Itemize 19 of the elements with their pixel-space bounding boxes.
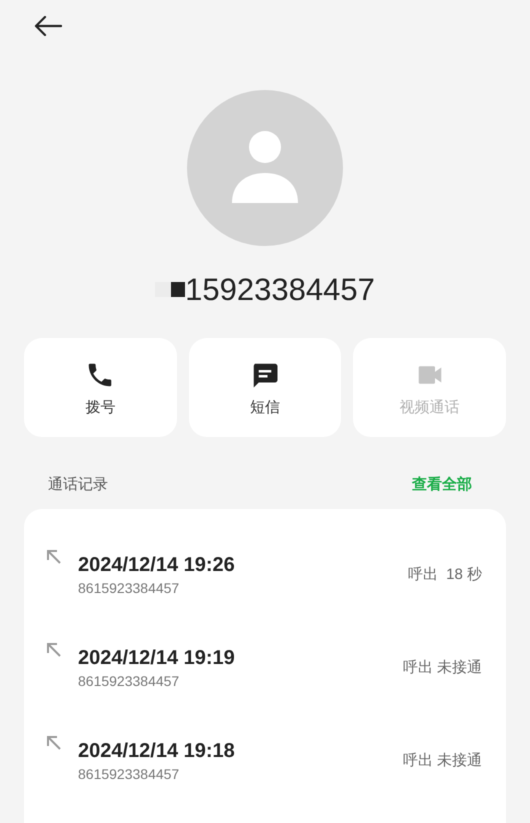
call-number: 8615923384457 <box>78 673 180 691</box>
call-status: 呼出 未接通 <box>402 751 482 772</box>
outgoing-call-icon <box>46 735 62 751</box>
call-status: 呼出 未接通 <box>402 658 482 678</box>
call-number: 8615923384457 <box>78 766 180 784</box>
call-time: 2024/12/14 19:26 <box>78 553 236 578</box>
section-title: 通话记录 <box>48 474 108 495</box>
avatar-icon <box>187 90 343 246</box>
action-button[interactable]: 短信 <box>188 338 342 437</box>
call-time: 2024/12/14 19:19 <box>78 646 236 672</box>
outgoing-call-icon <box>46 549 62 565</box>
redaction-mark <box>155 280 186 298</box>
call-number: 8615923384457 <box>78 580 180 598</box>
action-button[interactable]: 拨号 <box>24 338 177 437</box>
phone-number: 15923384457 <box>185 274 375 304</box>
call-time: 2024/12/14 19:18 <box>78 739 236 764</box>
back-icon[interactable] <box>34 16 62 36</box>
outgoing-call-icon <box>46 642 62 658</box>
call-status: 呼出 18 秒 <box>408 565 482 586</box>
